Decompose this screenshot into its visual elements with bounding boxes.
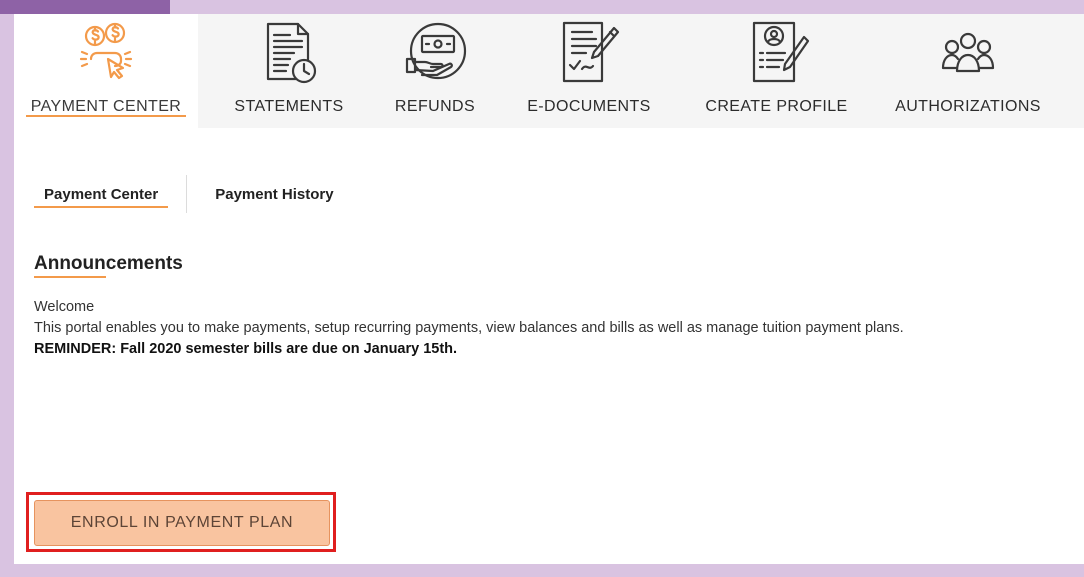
subtab-divider	[186, 175, 188, 213]
reminder-text: REMINDER: Fall 2020 semester bills are d…	[34, 341, 458, 357]
portal-frame: PAYMENT CENTER STATEMENTS REFUNDS E-DOCU…	[14, 14, 1084, 564]
portal-description: This portal enables you to make payments…	[34, 320, 904, 336]
announcements-underline	[34, 276, 106, 278]
subtab-label: Payment Center	[44, 185, 159, 203]
refund-hand-icon	[400, 19, 470, 89]
tab-payment-center[interactable]: PAYMENT CENTER	[14, 14, 198, 128]
signed-document-icon	[554, 19, 624, 89]
tab-label: CREATE PROFILE	[705, 98, 848, 115]
tab-e-documents[interactable]: E-DOCUMENTS	[490, 14, 688, 128]
group-users-icon	[933, 19, 1003, 89]
subtab-payment-center[interactable]: Payment Center	[34, 174, 169, 214]
statement-clock-icon	[254, 19, 324, 89]
tab-label: STATEMENTS	[234, 98, 344, 115]
payment-hand-icon	[71, 19, 141, 89]
background-corner	[0, 0, 170, 14]
enroll-payment-plan-button[interactable]: ENROLL IN PAYMENT PLAN	[34, 500, 330, 546]
subtab-payment-history[interactable]: Payment History	[205, 174, 343, 214]
announcements-heading: Announcements	[34, 253, 183, 274]
tab-label: REFUNDS	[394, 98, 476, 115]
tab-refunds[interactable]: REFUNDS	[380, 14, 490, 128]
tab-label: PAYMENT CENTER	[30, 98, 182, 115]
tab-label: AUTHORIZATIONS	[895, 98, 1041, 115]
tab-create-profile[interactable]: CREATE PROFILE	[688, 14, 865, 128]
tab-statements[interactable]: STATEMENTS	[198, 14, 380, 128]
top-navigation: PAYMENT CENTER STATEMENTS REFUNDS E-DOCU…	[14, 14, 1084, 128]
welcome-text: Welcome	[34, 299, 95, 315]
subtab-label: Payment History	[215, 185, 334, 203]
sub-navigation: Payment Center Payment History	[34, 174, 344, 214]
active-tab-underline	[26, 115, 186, 117]
tab-label: E-DOCUMENTS	[527, 98, 651, 115]
announcements-body: Welcome This portal enables you to make …	[34, 297, 1064, 360]
tab-authorizations[interactable]: AUTHORIZATIONS	[865, 14, 1071, 128]
profile-document-icon	[742, 19, 812, 89]
